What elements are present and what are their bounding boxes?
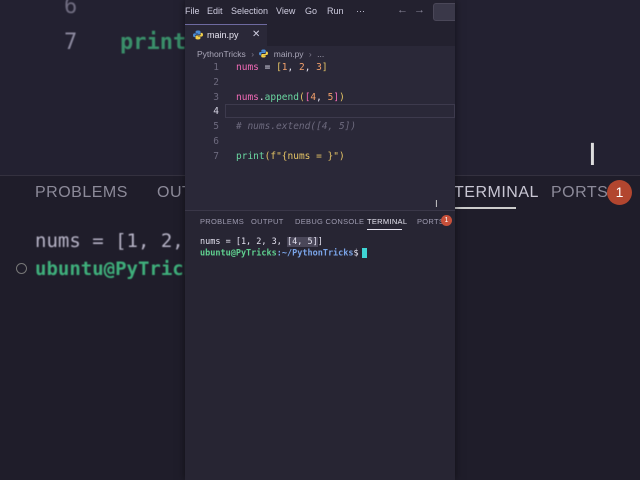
tab-problems[interactable]: PROBLEMS <box>200 217 244 226</box>
line-number: 1 <box>213 62 219 73</box>
tab-terminal[interactable]: TERMINAL <box>367 217 407 226</box>
menu-run[interactable]: Run <box>327 6 344 16</box>
tab-output[interactable]: OUTPUT <box>251 217 284 226</box>
menu-selection[interactable]: Selection <box>231 6 268 16</box>
background-terminal-prompt: ubuntu@PyTrick <box>35 258 196 280</box>
code-line-5-comment[interactable]: # nums.extend([4, 5]) <box>236 121 356 132</box>
background-tab-terminal: TERMINAL <box>454 184 539 201</box>
line-number: 3 <box>213 92 219 103</box>
terminal-output-line: nums = [1, 2, 3, [4, 5]] <box>200 237 323 247</box>
menu-view[interactable]: View <box>276 6 295 16</box>
tab-main-py[interactable]: main.py ✕ <box>185 24 267 47</box>
breadcrumb-folder[interactable]: PythonTricks <box>197 49 246 59</box>
bottom-panel: I PROBLEMS OUTPUT DEBUG CONSOLE TERMINAL… <box>185 199 455 480</box>
python-file-icon <box>193 30 203 40</box>
python-file-icon <box>259 49 269 58</box>
background-tab-ports: PORTS <box>551 184 609 201</box>
background-terminal-output: nums = [1, 2, <box>35 230 184 252</box>
terminal-selection-highlight: [4, 5] <box>287 237 318 247</box>
command-center-search[interactable] <box>433 3 455 21</box>
background-terminal-status-dot <box>16 263 27 274</box>
chevron-right-icon: › <box>308 48 312 59</box>
line-number: 5 <box>213 121 219 132</box>
tab-debug-console[interactable]: DEBUG CONSOLE <box>295 217 364 226</box>
breadcrumb-ellipsis[interactable]: ... <box>317 49 324 59</box>
background-print-code: print <box>120 30 187 55</box>
background-ports-badge: 1 <box>607 180 632 205</box>
editor-tab-bar: main.py ✕ <box>185 24 455 47</box>
background-terminal-underline <box>454 207 516 209</box>
background-line-number-6: 6 <box>64 0 78 19</box>
editor-window: File Edit Selection View Go Run ··· ← → … <box>185 0 455 480</box>
menu-more[interactable]: ··· <box>356 6 365 16</box>
background-tab-problems: PROBLEMS <box>35 184 128 201</box>
code-line-7[interactable]: print(f"{nums = }") <box>236 151 345 162</box>
chevron-right-icon: › <box>251 48 255 59</box>
menu-bar: File Edit Selection View Go Run ··· ← → <box>185 0 455 24</box>
menu-file[interactable]: File <box>185 6 200 16</box>
current-line-highlight <box>225 104 455 118</box>
breadcrumb-file[interactable]: main.py <box>274 49 304 59</box>
tab-label: main.py <box>207 30 239 40</box>
terminal-cursor <box>361 248 367 258</box>
mouse-cursor-icon: I <box>435 199 438 210</box>
code-line-1[interactable]: nums = [1, 2, 3] <box>236 62 328 73</box>
line-number: 6 <box>213 136 219 147</box>
line-number-active: 4 <box>213 106 219 117</box>
line-number: 7 <box>213 151 219 162</box>
menu-go[interactable]: Go <box>305 6 317 16</box>
line-number: 2 <box>213 77 219 88</box>
background-line-number-7: 7 <box>64 30 78 55</box>
menu-edit[interactable]: Edit <box>207 6 223 16</box>
forward-arrow-icon[interactable]: → <box>414 4 425 16</box>
close-icon[interactable]: ✕ <box>252 29 260 40</box>
terminal-tab-underline <box>367 229 402 230</box>
terminal-prompt-line[interactable]: ubuntu@PyTricks:~/PythonTricks$ <box>200 248 367 259</box>
code-line-3[interactable]: nums.append([4, 5]) <box>236 92 345 103</box>
text-cursor-icon: I <box>588 138 597 173</box>
back-arrow-icon[interactable]: ← <box>397 4 408 16</box>
code-editor[interactable]: 1 2 3 4 5 6 7 nums = [1, 2, 3] nums.appe… <box>185 60 455 210</box>
ports-badge: 1 <box>441 215 452 226</box>
